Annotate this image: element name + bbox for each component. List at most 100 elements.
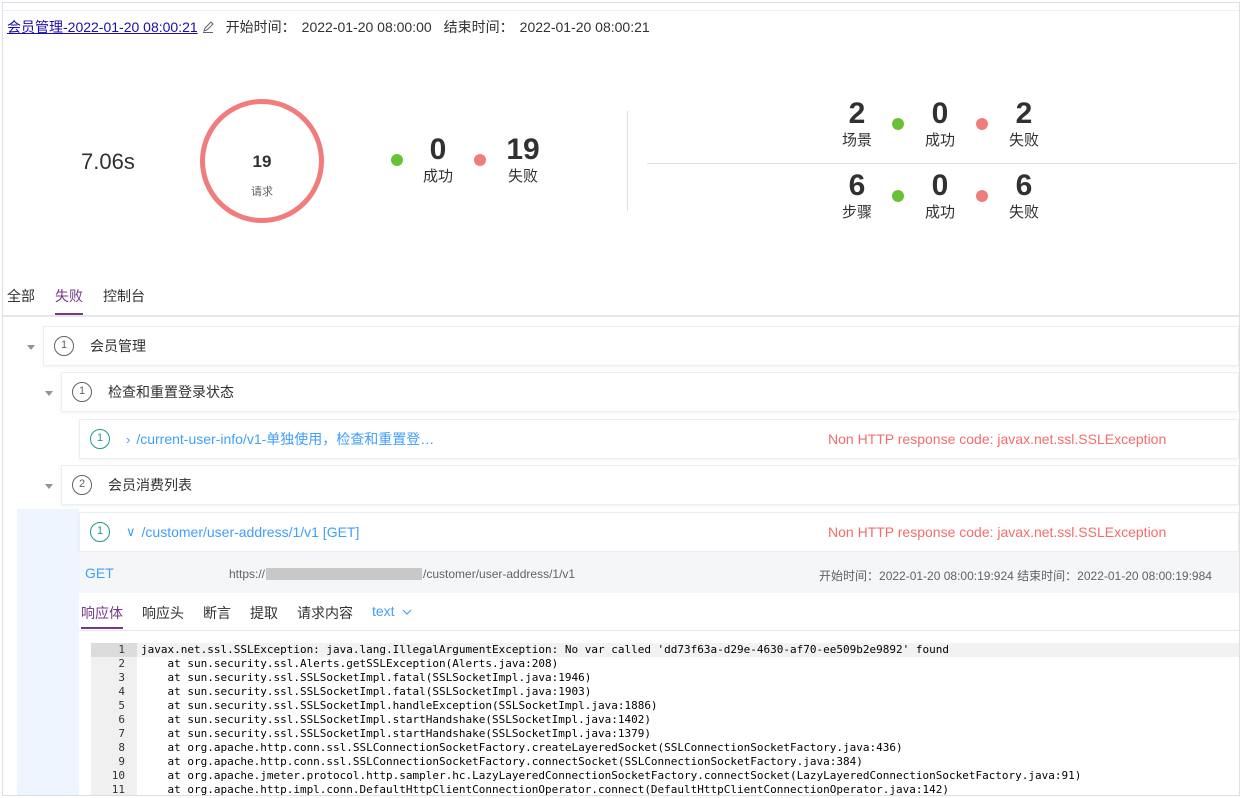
line-number: 2 [91, 657, 137, 671]
scenario-success-dot-icon [892, 118, 904, 130]
collapse-caret-icon[interactable] [45, 484, 53, 489]
tab-response-headers[interactable]: 响应头 [142, 599, 184, 629]
request-info-bar: GET https:// /customer/user-address/1/v1… [79, 553, 1239, 593]
scenario-fail-stat: 2 失败 [999, 97, 1049, 151]
end-time-label: 结束时间： [443, 19, 514, 35]
top-border [3, 10, 1239, 11]
code-line: 1 javax.net.ssl.SSLException: java.lang.I… [91, 643, 1239, 657]
node-index-badge: 2 [72, 475, 92, 495]
report-header: 会员管理-2022-01-20 08:00:21 开始时间： 2022-01-2… [7, 17, 662, 37]
scenario-success-label: 成功 [924, 132, 955, 149]
tab-request-content[interactable]: 请求内容 [297, 599, 353, 629]
request-start-value: 2022-01-20 08:00:19:924 [879, 569, 1014, 583]
report-title-link[interactable]: 会员管理-2022-01-20 08:00:21 [7, 17, 198, 37]
scenario-fail-label: 失败 [1008, 132, 1039, 149]
success-dot-icon [391, 154, 403, 166]
format-select[interactable]: text [372, 599, 413, 629]
request-start-label: 开始时间： [819, 569, 880, 583]
request-end-label: 结束时间： [1017, 569, 1078, 583]
request-count-ring: 19 请求 [200, 99, 324, 223]
scenario-total-label: 场景 [841, 132, 872, 149]
collapse-caret-icon[interactable] [27, 345, 35, 350]
start-time-value: 2022-01-20 08:00:00 [301, 19, 432, 35]
code-line: 2 at sun.security.ssl.Alerts.getSSLExcep… [91, 657, 1239, 671]
chevron-down-icon[interactable]: ∨ [126, 524, 136, 540]
line-text: at org.apache.http.conn.ssl.SSLConnectio… [141, 741, 903, 754]
scenario-fail-dot-icon [976, 118, 988, 130]
edit-icon[interactable] [201, 20, 215, 34]
tree-node-request-user-info[interactable]: 1 › /current-user-info/v1-单独使用，检查和重置登… N… [79, 419, 1239, 459]
tab-failed[interactable]: 失败 [55, 287, 83, 315]
step-fail-count: 6 [1015, 169, 1033, 202]
request-error: Non HTTP response code: javax.net.ssl.SS… [828, 431, 1167, 447]
response-tabs-underline [79, 630, 1239, 631]
node-label: 检查和重置登录状态 [108, 384, 234, 400]
request-fail-label: 失败 [507, 168, 538, 185]
collapse-caret-icon[interactable] [45, 391, 53, 396]
request-success-count: 0 [429, 133, 447, 166]
step-fail-label: 失败 [1008, 204, 1039, 221]
line-number: 8 [91, 741, 137, 755]
start-time-label: 开始时间： [225, 19, 296, 35]
code-line: 10 at org.apache.jmeter.protocol.http.sa… [91, 769, 1239, 783]
selected-row-highlight [17, 509, 79, 795]
scenario-total-stat: 2 场景 [832, 97, 882, 151]
request-count-label: 请求 [251, 186, 273, 198]
request-times: 开始时间：2022-01-20 08:00:19:924 结束时间：2022-0… [819, 567, 1212, 584]
tree-node-scenario[interactable]: 1 会员管理 [43, 326, 1239, 366]
line-number: 9 [91, 755, 137, 769]
line-text: at sun.security.ssl.SSLSocketImpl.fatal(… [141, 685, 592, 698]
request-label: /current-user-info/v1-单独使用，检查和重置登… [136, 431, 435, 447]
response-tabs: 响应体 响应头 断言 提取 请求内容 text [79, 599, 1239, 631]
tab-extract[interactable]: 提取 [250, 599, 278, 629]
request-index-badge: 1 [90, 522, 110, 542]
code-line: 8 at org.apache.http.conn.ssl.SSLConnect… [91, 741, 1239, 755]
http-method: GET [85, 565, 114, 581]
tab-response-body[interactable]: 响应体 [81, 599, 123, 629]
redacted-host [266, 568, 423, 580]
line-text: at sun.security.ssl.SSLSocketImpl.startH… [141, 713, 651, 726]
stats-divider [647, 163, 1237, 164]
tree-node-request-user-address[interactable]: 1 ∨ /customer/user-address/1/v1 [GET] No… [79, 512, 1239, 552]
scenario-success-stat: 0 成功 [915, 97, 965, 151]
request-count: 19 [252, 152, 272, 171]
line-text: at org.apache.jmeter.protocol.http.sampl… [141, 769, 1082, 782]
step-success-stat: 0 成功 [915, 169, 965, 223]
line-text: at org.apache.http.conn.ssl.SSLConnectio… [141, 755, 863, 768]
code-line: 5 at sun.security.ssl.SSLSocketImpl.hand… [91, 699, 1239, 713]
tab-assertions[interactable]: 断言 [203, 599, 231, 629]
line-number: 6 [91, 713, 137, 727]
line-number: 5 [91, 699, 137, 713]
tab-console[interactable]: 控制台 [103, 287, 145, 315]
line-text: at sun.security.ssl.SSLSocketImpl.handle… [141, 699, 658, 712]
chevron-right-icon[interactable]: › [126, 432, 130, 447]
response-body-editor[interactable]: 1 javax.net.ssl.SSLException: java.lang.I… [91, 643, 1239, 795]
result-tree: 1 会员管理 1 检查和重置登录状态 1 › /current-user-inf… [3, 317, 1239, 795]
node-label: 会员消费列表 [108, 477, 192, 493]
line-text: at sun.security.ssl.SSLSocketImpl.startH… [141, 727, 651, 740]
tab-all[interactable]: 全部 [7, 287, 35, 315]
request-index-badge: 1 [90, 429, 110, 449]
step-success-dot-icon [892, 190, 904, 202]
format-select-value: text [372, 603, 395, 619]
line-text: at sun.security.ssl.SSLSocketImpl.fatal(… [141, 671, 592, 684]
tree-node-group-consumption[interactable]: 2 会员消费列表 [61, 465, 1239, 505]
line-number: 1 [91, 643, 137, 657]
code-line: 6 at sun.security.ssl.SSLSocketImpl.star… [91, 713, 1239, 727]
end-time-value: 2022-01-20 08:00:21 [519, 19, 650, 35]
code-line: 3 at sun.security.ssl.SSLSocketImpl.fata… [91, 671, 1239, 685]
step-total-label: 步骤 [841, 204, 872, 221]
request-end-value: 2022-01-20 08:00:19:984 [1077, 569, 1212, 583]
line-number: 11 [91, 783, 137, 795]
code-line: 4 at sun.security.ssl.SSLSocketImpl.fata… [91, 685, 1239, 699]
node-index-badge: 1 [72, 382, 92, 402]
line-number: 4 [91, 685, 137, 699]
request-fail-count: 19 [506, 133, 540, 166]
chevron-down-icon [402, 609, 412, 615]
request-label: /customer/user-address/1/v1 [GET] [141, 524, 360, 540]
tree-node-group-login[interactable]: 1 检查和重置登录状态 [61, 372, 1239, 412]
step-total-count: 6 [848, 169, 866, 202]
scenario-total-count: 2 [848, 97, 866, 130]
step-total-stat: 6 步骤 [832, 169, 882, 223]
step-success-label: 成功 [924, 204, 955, 221]
